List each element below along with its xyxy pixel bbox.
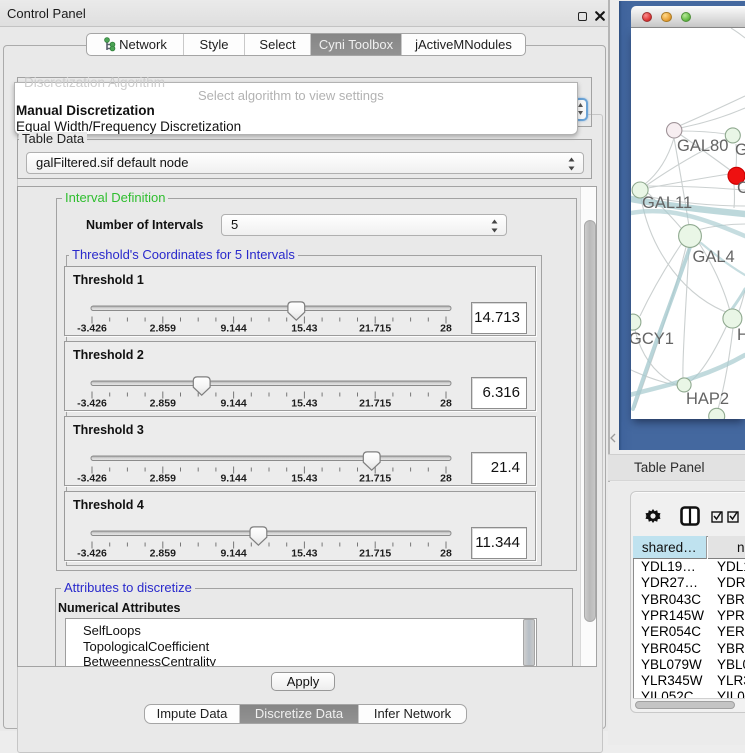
svg-text:H: H xyxy=(737,326,745,344)
svg-text:9.144: 9.144 xyxy=(220,473,246,485)
svg-text:21.715: 21.715 xyxy=(359,473,391,485)
svg-text:2.859: 2.859 xyxy=(150,398,176,410)
svg-text:GAL11: GAL11 xyxy=(642,194,692,212)
svg-text:HAP2: HAP2 xyxy=(686,390,729,408)
svg-text:C: C xyxy=(737,179,745,197)
svg-text:21.715: 21.715 xyxy=(359,548,391,560)
svg-text:GAL4: GAL4 xyxy=(693,248,735,266)
svg-text:15.43: 15.43 xyxy=(291,398,317,410)
svg-text:GA: GA xyxy=(735,141,745,159)
svg-text:-3.426: -3.426 xyxy=(77,323,107,335)
svg-text:15.43: 15.43 xyxy=(291,323,317,335)
svg-text:9.144: 9.144 xyxy=(220,398,246,410)
svg-text:GCY1: GCY1 xyxy=(631,330,674,348)
svg-text:28: 28 xyxy=(440,323,452,335)
svg-text:2.859: 2.859 xyxy=(150,473,176,485)
svg-text:15.43: 15.43 xyxy=(291,473,317,485)
svg-text:-3.426: -3.426 xyxy=(77,473,107,485)
svg-text:2.859: 2.859 xyxy=(150,323,176,335)
svg-text:28: 28 xyxy=(440,548,452,560)
svg-text:GAL80: GAL80 xyxy=(677,137,728,155)
svg-text:21.715: 21.715 xyxy=(359,398,391,410)
svg-text:-3.426: -3.426 xyxy=(77,548,107,560)
svg-text:-3.426: -3.426 xyxy=(77,398,107,410)
svg-text:15.43: 15.43 xyxy=(291,548,317,560)
svg-text:2.859: 2.859 xyxy=(150,548,176,560)
svg-text:9.144: 9.144 xyxy=(220,548,246,560)
svg-text:9.144: 9.144 xyxy=(220,323,246,335)
svg-text:28: 28 xyxy=(440,398,452,410)
svg-text:21.715: 21.715 xyxy=(359,323,391,335)
svg-text:28: 28 xyxy=(440,473,452,485)
